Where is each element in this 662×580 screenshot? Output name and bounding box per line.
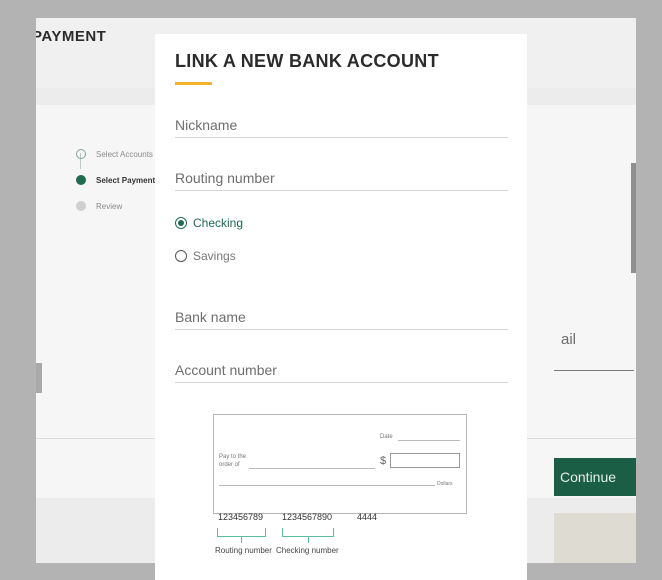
background-email-label: ail bbox=[561, 331, 577, 348]
routing-number-field[interactable]: Routing number bbox=[175, 151, 508, 191]
check-dollars-line bbox=[219, 485, 435, 486]
check-checking-digits: 1234567890 bbox=[282, 512, 333, 522]
check-dollar-sign: $ bbox=[380, 455, 387, 467]
check-pay-line2: order of bbox=[219, 462, 240, 468]
check-circle-icon bbox=[76, 149, 86, 159]
account-number-field[interactable]: Account number bbox=[175, 343, 508, 383]
link-bank-account-modal: LINK A NEW BANK ACCOUNT Nickname Routing… bbox=[155, 34, 527, 580]
bank-name-input[interactable] bbox=[175, 290, 508, 329]
bank-name-field[interactable]: Bank name bbox=[175, 290, 508, 330]
active-step-icon bbox=[76, 175, 86, 185]
routing-bracket bbox=[217, 528, 266, 537]
radio-checking[interactable]: Checking bbox=[175, 216, 243, 230]
step-label: Select Payment I bbox=[96, 175, 160, 185]
title-accent-bar bbox=[175, 82, 212, 85]
modal-title: LINK A NEW BANK ACCOUNT bbox=[175, 51, 439, 71]
routing-number-input[interactable] bbox=[175, 151, 508, 190]
check-date-line bbox=[398, 440, 460, 441]
check-pay-to-label: Pay to the order of bbox=[219, 453, 246, 469]
routing-number-caption: Routing number bbox=[215, 546, 272, 555]
check-pay-line1: Pay to the bbox=[219, 454, 247, 460]
pending-step-icon bbox=[76, 201, 86, 211]
progress-steps: Select Accounts Select Payment I Review bbox=[76, 141, 160, 219]
radio-savings-label: Savings bbox=[193, 249, 236, 263]
nickname-input[interactable] bbox=[175, 98, 508, 137]
account-number-input[interactable] bbox=[175, 343, 508, 382]
step-review: Review bbox=[76, 193, 160, 219]
radio-savings[interactable]: Savings bbox=[175, 249, 236, 263]
radio-checking-label: Checking bbox=[193, 216, 244, 230]
radio-unselected-icon[interactable] bbox=[175, 250, 187, 262]
background-scrollbar bbox=[631, 163, 636, 273]
sample-check-illustration: Date Pay to the order of $ Dollars bbox=[213, 414, 467, 514]
background-edge bbox=[36, 363, 42, 393]
background-email-underline bbox=[554, 370, 634, 371]
check-routing-digits: 123456789 bbox=[218, 512, 264, 522]
step-select-payment: Select Payment I bbox=[76, 167, 160, 193]
step-label: Select Accounts bbox=[96, 149, 153, 159]
background-page-title: PAYMENT bbox=[36, 28, 107, 45]
routing-bracket-stem bbox=[241, 537, 242, 543]
check-payee-line bbox=[249, 468, 375, 469]
check-amount-box bbox=[390, 453, 460, 468]
background-photo bbox=[554, 513, 636, 563]
checking-bracket bbox=[282, 528, 334, 537]
checking-bracket-stem bbox=[308, 537, 309, 543]
nickname-field[interactable]: Nickname bbox=[175, 98, 508, 138]
step-select-accounts: Select Accounts bbox=[76, 141, 160, 167]
check-dollars-label: Dollars bbox=[437, 481, 453, 487]
step-label: Review bbox=[96, 201, 123, 211]
radio-selected-icon[interactable] bbox=[175, 217, 187, 229]
continue-button: Continue bbox=[554, 458, 636, 496]
check-number-digits: 4444 bbox=[357, 512, 378, 522]
check-date-label: Date bbox=[380, 434, 393, 440]
checking-number-caption: Checking number bbox=[276, 546, 339, 555]
